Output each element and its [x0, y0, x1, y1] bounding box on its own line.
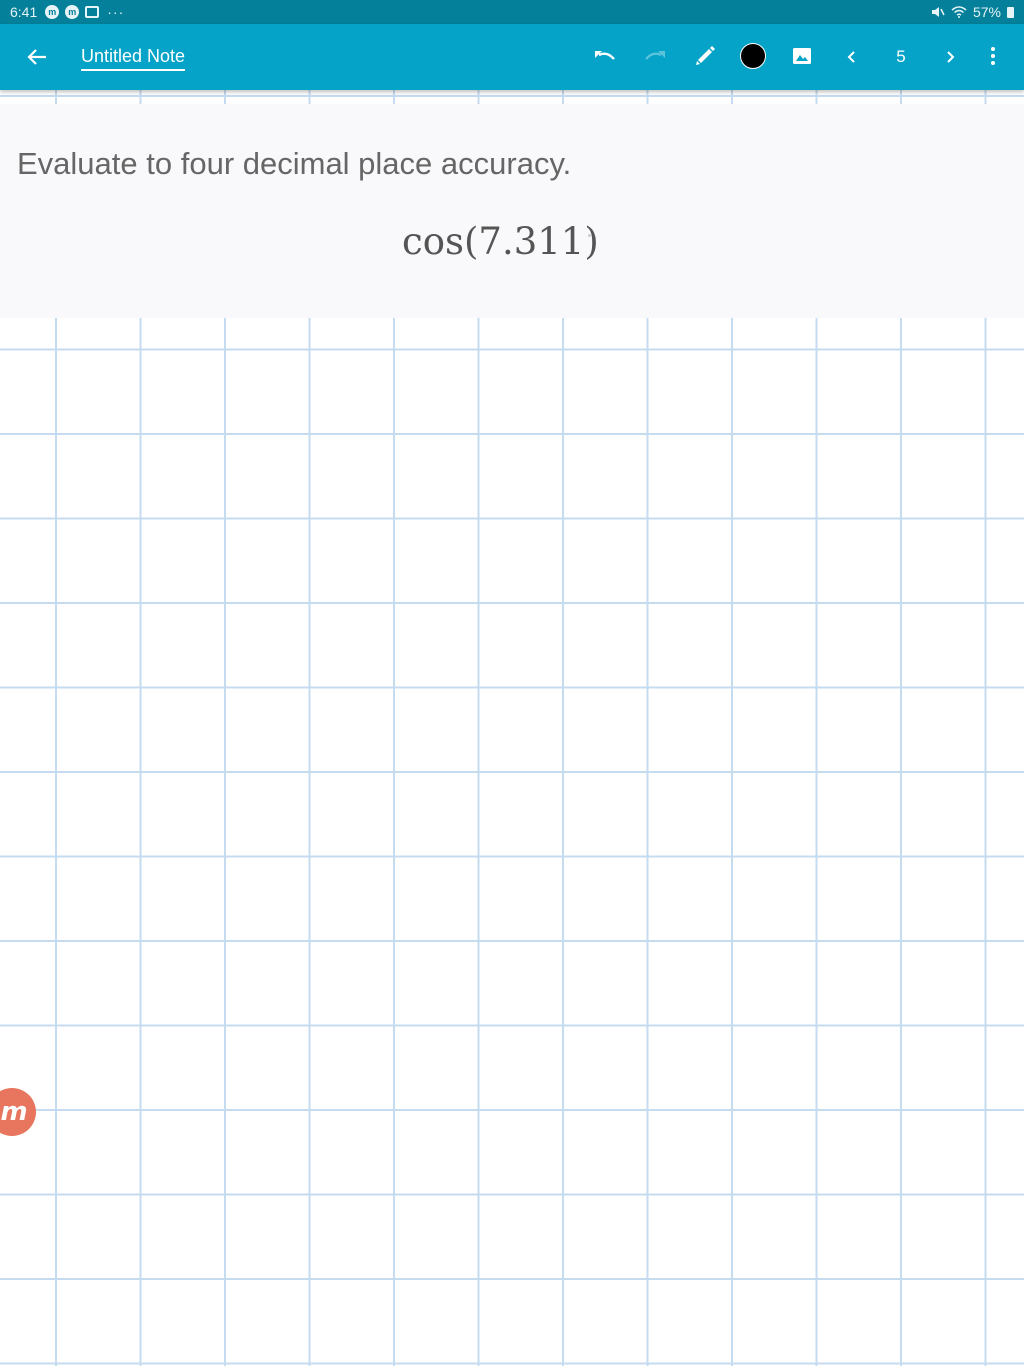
pen-tool-button[interactable] [689, 40, 721, 72]
messenger-icon: m [65, 5, 80, 19]
redo-button[interactable] [639, 42, 671, 72]
battery-percent: 57% [972, 4, 1001, 20]
problem-instruction: Evaluate to four decimal place accuracy. [17, 146, 572, 181]
wifi-icon [951, 6, 967, 18]
status-bar: 6:41 m m ··· 57% [0, 0, 1024, 24]
arrow-left-icon [27, 49, 46, 65]
problem-card: Evaluate to four decimal place accuracy.… [0, 104, 1024, 318]
gallery-icon [85, 6, 100, 18]
watermark-letter: m [0, 1097, 28, 1127]
status-notification-icons: m m ··· [45, 4, 124, 20]
previous-page-button[interactable] [838, 42, 866, 72]
page-number: 5 [896, 47, 906, 66]
ink-color-swatch [740, 43, 766, 69]
redo-icon [645, 51, 665, 60]
more-vertical-icon [991, 47, 995, 65]
undo-icon [595, 51, 615, 60]
chevron-right-icon [947, 51, 955, 63]
image-icon [793, 48, 811, 64]
back-button[interactable] [20, 42, 54, 72]
mute-icon [931, 7, 945, 17]
messenger-icon: m [45, 5, 60, 19]
pencil-icon [696, 46, 715, 65]
problem-expression: cos(7.311) [402, 220, 599, 263]
status-system-icons: 57% [931, 4, 1014, 20]
undo-button[interactable] [589, 42, 621, 72]
ink-speck [588, 234, 591, 237]
chevron-left-icon [847, 51, 855, 63]
more-options-button[interactable] [980, 40, 1006, 72]
insert-image-button[interactable] [786, 40, 818, 72]
app-bar: Untitled Note 5 [0, 24, 1024, 90]
battery-icon [1007, 6, 1014, 18]
status-time: 6:41 [10, 4, 38, 20]
ink-color-button[interactable] [737, 40, 769, 72]
more-dots-icon: ··· [107, 4, 125, 20]
next-page-button[interactable] [936, 42, 964, 72]
note-title[interactable]: Untitled Note [81, 46, 186, 71]
